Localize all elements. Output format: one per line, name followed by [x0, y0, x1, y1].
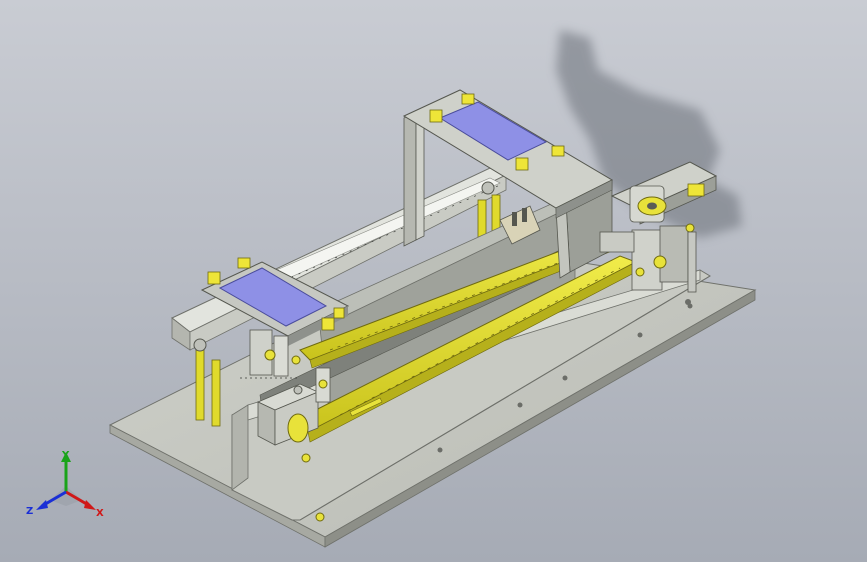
z-axis-arrow — [36, 500, 48, 510]
axis-triad[interactable]: Y X Z — [22, 448, 108, 524]
y-axis-label: Y — [61, 450, 70, 461]
z-axis-label: Z — [26, 506, 33, 517]
x-axis-arrow — [84, 500, 96, 510]
x-axis-label: X — [96, 508, 104, 519]
3d-viewport[interactable]: Y X Z — [0, 0, 867, 562]
cad-assembly-scene[interactable] — [0, 0, 867, 562]
